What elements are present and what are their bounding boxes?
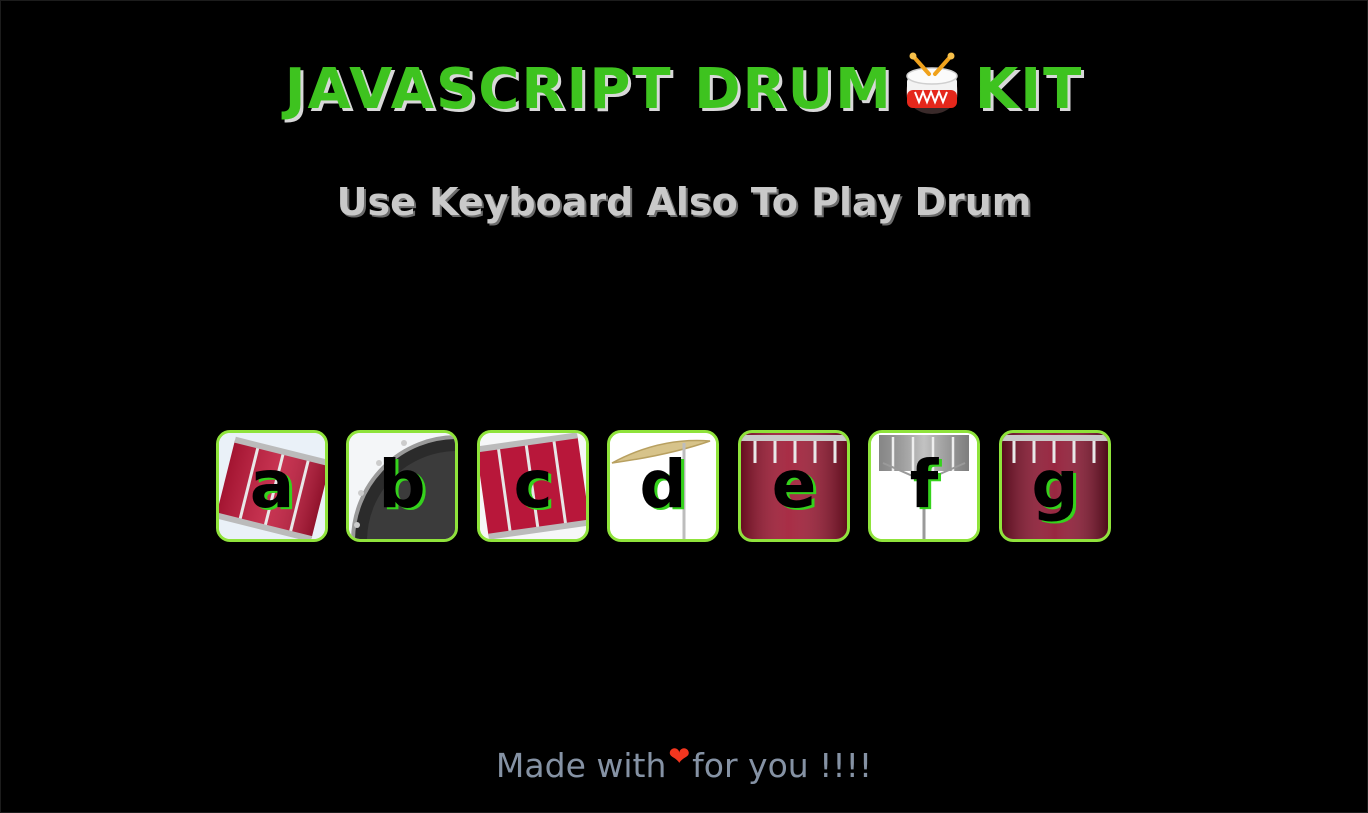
drum-icon [901,52,963,130]
drum-key-b[interactable]: b [346,430,458,542]
footer-text-after: for you !!!! [692,746,873,785]
title-left: JAVASCRIPT DRUM [284,57,893,122]
footer-credit: Made with❤for you !!!! [0,742,1368,785]
drum-pad-row: a b c d e f g [216,430,1116,542]
drum-key-label: g [1031,446,1079,523]
page-subtitle: Use Keyboard Also To Play Drum [336,180,1032,224]
drum-key-label: c [513,446,553,523]
drum-key-e[interactable]: e [738,430,850,542]
drum-key-label: e [771,446,817,523]
drum-key-g[interactable]: g [999,430,1111,542]
drum-key-d[interactable]: d [607,430,719,542]
heart-icon: ❤ [668,742,691,772]
drum-key-f[interactable]: f [868,430,980,542]
drum-key-label: d [639,446,687,523]
drum-key-label: b [378,446,426,523]
drum-key-label: a [249,446,295,523]
title-right: KIT [974,57,1084,122]
footer-text-before: Made with [495,746,667,785]
page-title: JAVASCRIPT DRUM KIT [0,52,1368,130]
drum-key-c[interactable]: c [477,430,589,542]
drum-key-a[interactable]: a [216,430,328,542]
drum-key-label: f [909,446,939,523]
